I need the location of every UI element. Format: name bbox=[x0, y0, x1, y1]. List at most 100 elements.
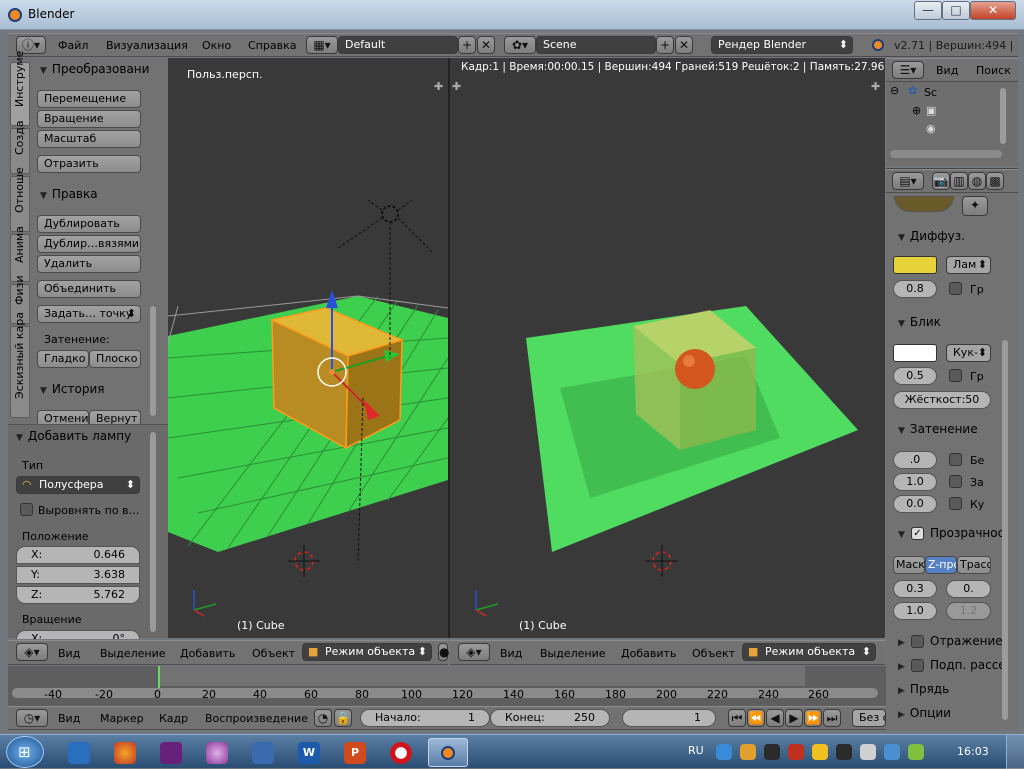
mode-select[interactable]: ■ Режим объекта ⬍ bbox=[742, 643, 876, 661]
mirror-checkbox[interactable] bbox=[911, 635, 924, 648]
translate-button[interactable]: Перемещение bbox=[37, 90, 141, 108]
specular-shader-select[interactable]: Кук- ⬍ bbox=[946, 344, 991, 362]
panel-options-header[interactable]: ▶ Опции bbox=[898, 706, 951, 720]
timeline-menu-view[interactable]: Вид bbox=[58, 712, 80, 725]
properties-scrollbar[interactable] bbox=[1002, 340, 1008, 720]
menu-view[interactable]: Вид bbox=[500, 647, 522, 660]
diffuse-ramp-checkbox[interactable] bbox=[949, 282, 962, 295]
clock[interactable]: 16:03 bbox=[957, 745, 989, 758]
timeline-editor-type-button[interactable]: ◷▾ bbox=[16, 709, 48, 727]
tab-relations[interactable]: Отноше bbox=[10, 167, 30, 232]
menu-select[interactable]: Выделение bbox=[100, 647, 166, 660]
viewport-corner-plus-icon[interactable]: ✚ bbox=[452, 80, 461, 93]
shade-flat-button[interactable]: Плоско bbox=[89, 350, 141, 368]
duplicate-linked-button[interactable]: Дублир…вязями bbox=[37, 235, 141, 253]
outliner-editor-type-button[interactable]: ☰▾ bbox=[892, 61, 924, 79]
panel-transform-header[interactable]: ▼ Преобразовани bbox=[40, 62, 149, 76]
scene-field[interactable]: Scene bbox=[536, 36, 656, 54]
viewport-left[interactable]: Польз.персп. (1) Cube ✚ bbox=[168, 58, 448, 638]
menu-render[interactable]: Визуализация bbox=[106, 39, 188, 52]
scene-icon[interactable]: ✿▾ bbox=[504, 36, 536, 54]
preview-range-icon[interactable]: ◔ bbox=[314, 709, 332, 727]
panel-strand-header[interactable]: ▶ Прядь bbox=[898, 682, 949, 696]
alpha-field[interactable]: 0.3 bbox=[893, 580, 937, 598]
panel-diffuse-header[interactable]: ▼ Диффуз. bbox=[898, 229, 965, 243]
translucency-field[interactable]: 0.0 bbox=[893, 495, 937, 513]
tray-icon[interactable] bbox=[812, 744, 828, 760]
transparency-checkbox[interactable]: ✓ bbox=[911, 527, 924, 540]
sss-checkbox[interactable] bbox=[911, 659, 924, 672]
close-button[interactable]: ✕ bbox=[970, 1, 1016, 20]
preview-type-icon[interactable]: ✦ bbox=[962, 196, 988, 216]
tab-grease-pencil[interactable]: Эскизный кара bbox=[10, 312, 30, 418]
outliner-menu-view[interactable]: Вид bbox=[936, 64, 958, 77]
timeline-menu-frame[interactable]: Кадр bbox=[159, 712, 188, 725]
viewport-shading-button[interactable]: ● bbox=[438, 643, 449, 661]
tool-shelf-scrollbar[interactable] bbox=[150, 306, 156, 416]
shadeless-checkbox[interactable] bbox=[949, 453, 962, 466]
join-button[interactable]: Объединить bbox=[37, 280, 141, 298]
menu-select[interactable]: Выделение bbox=[540, 647, 606, 660]
diffuse-intensity-field[interactable]: 0.8 bbox=[893, 280, 937, 298]
menu-view[interactable]: Вид bbox=[58, 647, 80, 660]
tray-icon[interactable] bbox=[764, 744, 780, 760]
outliner-scrollbar[interactable] bbox=[1000, 88, 1006, 144]
start-button[interactable]: ⊞ bbox=[6, 736, 44, 768]
viewport-corner-plus-icon[interactable]: ✚ bbox=[434, 80, 443, 93]
language-indicator[interactable]: RU bbox=[688, 744, 704, 757]
panel-shading-header[interactable]: ▼ Затенение bbox=[898, 422, 978, 436]
outliner-hscrollbar[interactable] bbox=[890, 150, 1002, 158]
rotation-x-field[interactable]: X: 0° bbox=[16, 630, 140, 639]
visual-studio-icon[interactable] bbox=[160, 742, 182, 764]
jump-start-icon[interactable]: ⏮ bbox=[728, 709, 746, 727]
shade-smooth-button[interactable]: Гладко bbox=[37, 350, 89, 368]
panel-sss-header[interactable]: ▶ bbox=[898, 658, 910, 672]
show-desktop-button[interactable] bbox=[1006, 735, 1024, 769]
outliner-search-menu[interactable]: Поиск bbox=[976, 64, 1011, 77]
outliner-scene-item[interactable]: Sc bbox=[924, 86, 937, 99]
location-y-field[interactable]: Y: 3.638 bbox=[16, 566, 140, 584]
render-tab-icon[interactable]: 📷 bbox=[932, 172, 950, 190]
panel-edit-header[interactable]: ▼ Правка bbox=[40, 187, 98, 201]
menu-window[interactable]: Окно bbox=[202, 39, 231, 52]
panel-mirror-header[interactable]: ▶ bbox=[898, 634, 910, 648]
app-icon[interactable] bbox=[206, 742, 228, 764]
opera-icon[interactable] bbox=[390, 742, 412, 764]
location-z-field[interactable]: Z: 5.762 bbox=[16, 586, 140, 604]
transparency-mask-tab[interactable]: Маск bbox=[893, 556, 925, 574]
end-frame-field[interactable]: Конец: 250 bbox=[490, 709, 610, 727]
word-icon[interactable]: W bbox=[298, 742, 320, 764]
mirror-button[interactable]: Отразить bbox=[37, 155, 141, 173]
material-tab-icon[interactable]: ◍ bbox=[968, 172, 986, 190]
collapse-icon[interactable]: ⊖ bbox=[890, 84, 899, 97]
start-frame-field[interactable]: Начало: 1 bbox=[360, 709, 490, 727]
operator-scrollbar[interactable] bbox=[150, 432, 156, 632]
timeline[interactable] bbox=[8, 666, 886, 706]
menu-add[interactable]: Добавить bbox=[180, 647, 235, 660]
expand-icon[interactable]: ⊕ bbox=[912, 104, 921, 117]
specular-intensity-field[interactable]: 0.5 bbox=[893, 367, 937, 385]
timeline-scrollbar[interactable] bbox=[12, 688, 878, 698]
duplicate-button[interactable]: Дублировать bbox=[37, 215, 141, 233]
ie-icon[interactable] bbox=[68, 742, 90, 764]
panel-history-header[interactable]: ▼ История bbox=[40, 382, 104, 396]
add-scene-button[interactable]: + bbox=[656, 36, 674, 54]
menu-file[interactable]: Файл bbox=[58, 39, 88, 52]
blend-field[interactable]: 1.2 bbox=[946, 602, 991, 620]
diffuse-shader-select[interactable]: Лам ⬍ bbox=[946, 256, 991, 274]
render-engine-select[interactable]: Рендер Blender ⬍ bbox=[711, 36, 853, 54]
next-keyframe-icon[interactable]: ⏩ bbox=[804, 709, 822, 727]
properties-editor-type-button[interactable]: ▤▾ bbox=[892, 172, 924, 190]
tray-icon[interactable] bbox=[908, 744, 924, 760]
powerpoint-icon[interactable]: P bbox=[344, 742, 366, 764]
tray-icon[interactable] bbox=[836, 744, 852, 760]
screen-layout-icon[interactable]: ▦▾ bbox=[306, 36, 338, 54]
network-icon[interactable] bbox=[884, 744, 900, 760]
menu-add[interactable]: Добавить bbox=[621, 647, 676, 660]
firefox-icon[interactable] bbox=[114, 742, 136, 764]
diffuse-color-swatch[interactable] bbox=[893, 256, 937, 274]
timeline-menu-marker[interactable]: Маркер bbox=[100, 712, 144, 725]
scale-button[interactable]: Масштаб bbox=[37, 130, 141, 148]
menu-help[interactable]: Справка bbox=[248, 39, 296, 52]
remove-scene-button[interactable]: ✕ bbox=[675, 36, 693, 54]
